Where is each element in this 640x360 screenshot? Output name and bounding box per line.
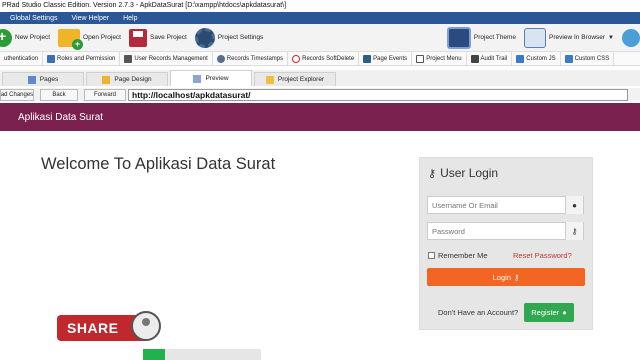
editor-tabs: Pages Page Design Preview Project Explor… (0, 70, 640, 86)
project-settings-button[interactable]: Project Settings (194, 27, 263, 48)
register-button[interactable]: Register ● (524, 303, 574, 322)
project-theme-button[interactable]: Project Theme (446, 26, 516, 49)
user-icon: ● (565, 196, 583, 214)
menu-help[interactable]: Help (123, 15, 137, 22)
tab-project-explorer[interactable]: Project Explorer (254, 72, 336, 86)
browser-preview-icon (524, 27, 547, 48)
menu-bar: Global Settings View Helper Help (0, 12, 640, 24)
username-input[interactable] (428, 197, 565, 213)
login-button[interactable]: Login ⚷ (427, 268, 585, 286)
custom-css-icon (564, 54, 573, 63)
user-icon (124, 54, 133, 63)
gears-icon (216, 54, 225, 63)
password-field: ⚷ (427, 222, 584, 240)
avatar (131, 311, 161, 341)
preview-in-browser-button[interactable]: Preview In Browser ▼ (524, 27, 614, 48)
reset-password-link[interactable]: Reset Password? (513, 251, 572, 260)
save-project-button[interactable]: Save Project (128, 28, 187, 47)
folder-icon (265, 75, 274, 84)
records-timestamps-button[interactable]: Records Timestamps (213, 51, 289, 66)
url-input[interactable]: http://localhost/apkdatasurat/ (128, 88, 628, 101)
key-icon: ⚷ (565, 222, 583, 240)
address-bar: ad Changes Back Forward http://localhost… (0, 88, 640, 101)
authentication-button[interactable]: uthentication (0, 51, 44, 66)
open-folder-icon (58, 28, 84, 50)
key-icon: ⚷ (428, 167, 437, 180)
login-title: ⚷ User Login (428, 166, 499, 180)
new-project-icon (0, 28, 12, 47)
taskbar (0, 349, 640, 360)
feature-toolbar: uthentication Roles and Permission User … (0, 51, 640, 66)
load-changes-button[interactable]: ad Changes (0, 88, 34, 101)
password-input[interactable] (428, 223, 565, 239)
taskbar-green-block (143, 349, 165, 360)
custom-js-icon (516, 54, 525, 63)
menu-icon (416, 54, 425, 63)
taskbar-gray-block (165, 349, 261, 360)
tab-preview[interactable]: Preview (170, 70, 252, 86)
remember-me[interactable]: Remember Me (428, 251, 488, 260)
custom-css-button[interactable]: Custom CSS (561, 51, 615, 66)
ribbon-toolbar: New Project Open Project Save Project Pr… (0, 24, 640, 52)
save-icon (128, 28, 147, 47)
toggle-icon (622, 28, 640, 47)
toggle-button[interactable] (622, 28, 640, 47)
back-button[interactable]: Back (40, 88, 78, 101)
welcome-heading: Welcome To Aplikasi Data Surat (41, 155, 276, 173)
no-account-text: Don't Have an Account? (438, 308, 519, 317)
project-menu-button[interactable]: Project Menu (412, 51, 467, 66)
tab-pages[interactable]: Pages (2, 72, 84, 86)
user-icon: ● (562, 308, 567, 317)
app-title[interactable]: Aplikasi Data Surat (18, 112, 103, 123)
page-events-icon (363, 54, 372, 63)
menu-global-settings[interactable]: Global Settings (10, 15, 57, 22)
menu-view-helper[interactable]: View Helper (71, 15, 109, 22)
username-field: ● (427, 196, 584, 214)
audit-icon (470, 54, 479, 63)
page-events-button[interactable]: Page Events (359, 51, 413, 66)
roles-permission-button[interactable]: Roles and Permission (43, 51, 121, 66)
design-icon (102, 75, 111, 84)
preview-icon (193, 74, 202, 83)
forward-button[interactable]: Forward (84, 88, 126, 101)
open-project-button[interactable]: Open Project (58, 28, 121, 50)
gear-icon (194, 27, 215, 48)
chevron-down-icon: ▼ (608, 34, 614, 41)
login-panel: ⚷ User Login ● ⚷ Remember Me Reset Passw… (419, 157, 593, 330)
block-icon (292, 54, 301, 63)
users-icon (47, 54, 56, 63)
theme-icon (446, 26, 471, 49)
remember-checkbox[interactable] (428, 252, 435, 259)
custom-js-button[interactable]: Custom JS (512, 51, 561, 66)
tab-page-design[interactable]: Page Design (86, 72, 168, 86)
key-icon: ⚷ (513, 272, 520, 282)
audit-trail-button[interactable]: Audit Trail (467, 51, 513, 66)
new-project-button[interactable]: New Project (0, 28, 50, 47)
user-records-button[interactable]: User Records Management (120, 51, 213, 66)
window-title: PRad Studio Classic Edition. Version 2.7… (0, 0, 640, 12)
app-header: Aplikasi Data Surat (0, 103, 640, 131)
records-softdelete-button[interactable]: Records SoftDelete (288, 51, 360, 66)
pages-icon (27, 75, 36, 84)
